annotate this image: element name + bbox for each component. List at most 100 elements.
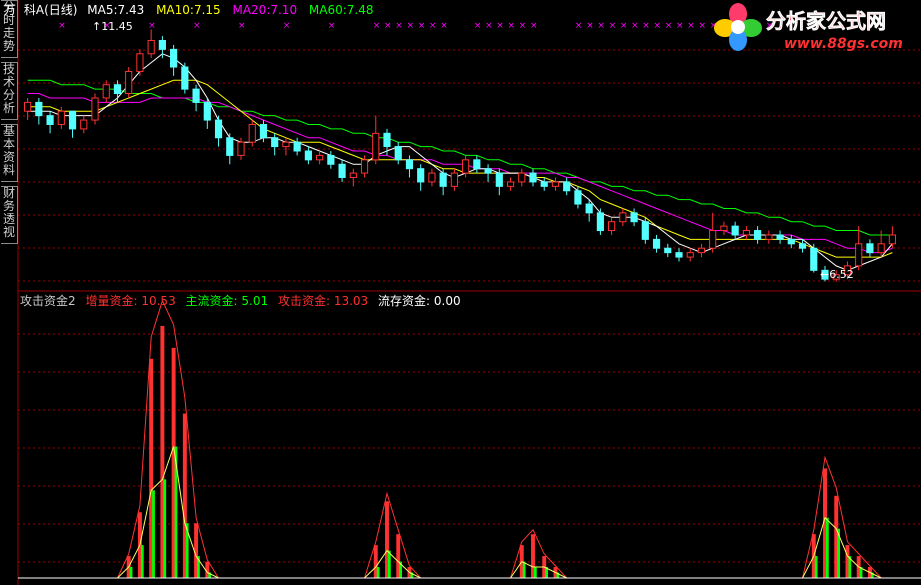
signal-marker: × [485, 21, 493, 31]
inc-fund-label: 增量资金: 10.53 [85, 294, 176, 308]
side-tab-bar: 分 时 走 势 技 术 分 析 基 本 资 料 财 务 透 视 [0, 0, 18, 585]
candle-body [203, 101, 211, 121]
candle-body [641, 221, 649, 240]
signal-marker: × [429, 21, 437, 31]
candle-body [776, 234, 784, 240]
candle-body [754, 230, 762, 240]
candlesticks [24, 29, 896, 282]
candle-body [439, 172, 447, 187]
ma10-label: MA10:7.15 [156, 3, 221, 17]
candle-body [810, 247, 818, 271]
main-fund-bar [376, 567, 380, 578]
indicator-name[interactable]: 攻击资金2 [20, 294, 76, 308]
stock-name-prefix: 万 [4, 3, 17, 17]
candle-body [181, 66, 189, 90]
candle-body [80, 119, 88, 130]
candle-body [259, 123, 268, 139]
candle-body [540, 181, 548, 187]
tab-char: 视 [2, 225, 15, 239]
candle-body [24, 101, 32, 112]
candle-body [574, 190, 582, 205]
candle-body [731, 225, 739, 236]
candle-body [428, 172, 436, 183]
candle-body [888, 234, 896, 245]
tab-basic-info[interactable]: 基 本 资 料 [1, 124, 18, 182]
candle-body [855, 243, 863, 267]
signal-marker: × [384, 21, 392, 31]
signal-marker: × [676, 21, 684, 31]
signal-marker: × [508, 21, 516, 31]
candle-body [271, 137, 279, 148]
candle-body [506, 181, 515, 187]
candle-body [293, 141, 301, 152]
candle-body [383, 132, 391, 148]
candle-body [798, 243, 807, 249]
ma20-label: MA20:7.10 [232, 3, 298, 17]
stock-fund-label: 流存资金: 0.00 [378, 294, 461, 308]
tab-char: 料 [2, 163, 15, 177]
flower-icon [714, 3, 762, 51]
candle-body [608, 221, 616, 232]
indicator-header: 攻击资金2 增量资金: 10.53 主流资金: 5.01 攻击资金: 13.03… [20, 292, 461, 309]
signal-marker: × [642, 21, 650, 31]
candle-body [170, 48, 178, 68]
candle-body [192, 88, 200, 103]
signal-marker: × [474, 21, 482, 31]
candle-body [742, 230, 750, 236]
candle-body [652, 238, 661, 249]
watermark-logo: 分析家公式网 www.88gs.com [714, 0, 919, 55]
candle-body [765, 234, 773, 240]
ma60-line [27, 79, 893, 236]
signal-marker: × [418, 21, 426, 31]
candle-body [495, 172, 503, 187]
moving-average-lines [27, 53, 893, 271]
main-fund-bar [826, 517, 829, 578]
candle-body [529, 172, 537, 183]
signal-marker: × [496, 21, 504, 31]
signal-marker: × [58, 21, 66, 31]
signal-marker: × [148, 21, 156, 31]
tab-financial[interactable]: 财 务 透 视 [1, 186, 18, 244]
candle-body [462, 159, 470, 174]
signal-marker: × [698, 21, 706, 31]
signal-marker: × [406, 21, 414, 31]
candle-body [282, 141, 290, 148]
signal-marker: × [530, 21, 538, 31]
candle-body [102, 84, 110, 99]
candle-body [518, 172, 526, 183]
signal-marker: × [519, 21, 527, 31]
candle-body [158, 40, 166, 50]
candle-body [697, 247, 706, 254]
ma20-line [27, 93, 893, 254]
main-fund-bar [152, 490, 155, 578]
candle-body [68, 110, 77, 130]
main-fund-bar [388, 550, 391, 578]
chart-header: 万 科A(日线) MA5:7.43 MA10:7.15 MA20:7.10 MA… [4, 1, 374, 18]
signal-marker: × [609, 21, 617, 31]
signal-marker: × [597, 21, 605, 31]
candle-body [372, 132, 380, 161]
candle-body [248, 123, 256, 143]
attack-fund-label: 攻击资金: 13.03 [277, 294, 369, 308]
candle-body [360, 159, 369, 174]
ma60-label: MA60:7.48 [308, 3, 374, 17]
signal-marker: × [328, 21, 336, 31]
ma10-line [27, 79, 893, 258]
signal-marker: × [395, 21, 403, 31]
candle-body [113, 84, 122, 95]
main-fund-bar [814, 556, 818, 578]
ma5-label: MA5:7.43 [87, 3, 145, 17]
candle-body [349, 172, 357, 179]
indicator-panel [18, 299, 921, 579]
tab-technical-analysis[interactable]: 技 术 分 析 [1, 62, 18, 120]
candle-body [327, 154, 335, 165]
candle-body [877, 243, 885, 254]
candle-body [787, 238, 795, 245]
tab-char: 势 [2, 39, 15, 53]
candle-body [57, 110, 65, 125]
candle-body [226, 137, 234, 156]
candle-body [46, 115, 54, 125]
signal-marker: × [575, 21, 583, 31]
candle-body [484, 168, 492, 174]
candle-body [675, 252, 683, 258]
